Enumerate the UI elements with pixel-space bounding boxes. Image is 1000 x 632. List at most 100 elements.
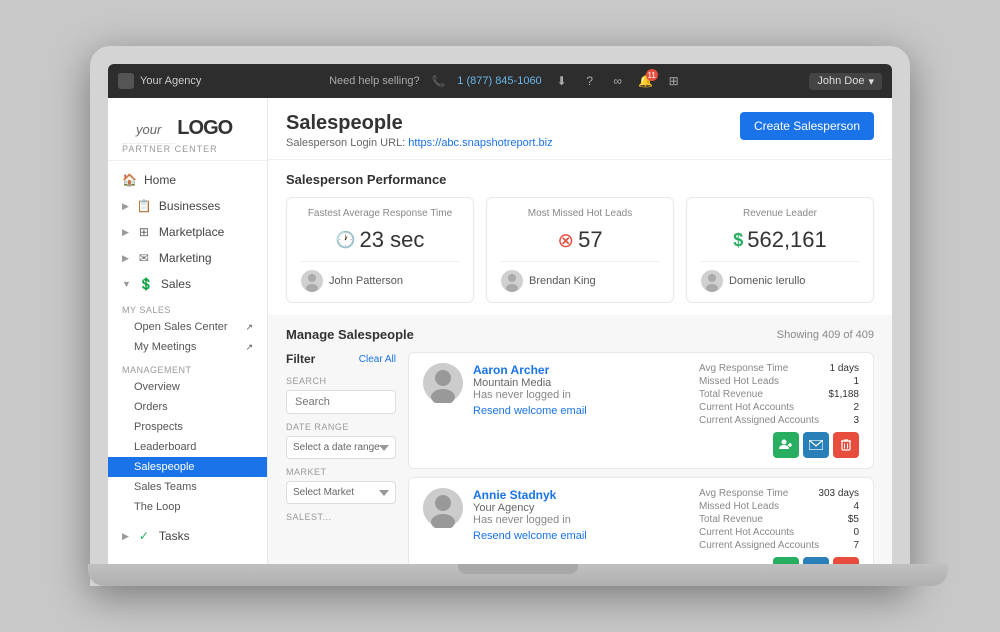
assign-accounts-button-annie[interactable] (773, 557, 799, 564)
resend-email-aaron[interactable]: Resend welcome email (473, 405, 587, 417)
money-icon: $ (733, 230, 743, 251)
sidebar-item-marketplace[interactable]: ▶ ⊞ Marketplace (108, 219, 267, 245)
perf-card-person-1: John Patterson (301, 261, 459, 292)
sidebar-item-sales[interactable]: ▼ 💲 Sales (108, 271, 267, 297)
performance-section: Salesperson Performance Fastest Average … (268, 160, 892, 315)
current-hot-label-a: Current Hot Accounts (699, 402, 794, 413)
email-button-annie[interactable] (803, 557, 829, 564)
salesperson-company-aaron: Mountain Media (473, 377, 689, 389)
avatar-aaron-archer (423, 363, 463, 403)
user-menu-button[interactable]: John Doe ▾ (809, 73, 882, 90)
email-button-aaron[interactable] (803, 432, 829, 458)
sidebar-item-my-meetings[interactable]: My Meetings ↗ (108, 337, 267, 357)
download-icon[interactable]: ⬇ (554, 73, 570, 89)
current-hot-label-b: Current Hot Accounts (699, 527, 794, 538)
market-select[interactable]: Select Market (286, 481, 396, 504)
resend-email-annie[interactable]: Resend welcome email (473, 530, 587, 542)
partner-label: PARTNER CENTER (122, 144, 253, 154)
sidebar-item-home[interactable]: 🏠 Home (108, 167, 267, 193)
filter-label: Filter (286, 352, 315, 366)
page-title: Salespeople (286, 112, 553, 135)
notification-badge: 11 (646, 69, 658, 81)
market-filter-label: MARKET (286, 467, 396, 477)
prospects-label: Prospects (134, 421, 183, 433)
avatar-domenic-ierullo (701, 270, 723, 292)
person-name-2: Brendan King (529, 275, 596, 287)
delete-button-annie[interactable] (833, 557, 859, 564)
sidebar-item-sales-teams[interactable]: Sales Teams (108, 477, 267, 497)
marketplace-icon: ⊞ (137, 225, 151, 239)
chevron-down-icon: ▼ (122, 279, 131, 289)
person-name-3: Domenic Ierullo (729, 275, 805, 287)
salesperson-status-annie: Has never logged in (473, 514, 689, 526)
home-icon: 🏠 (122, 173, 136, 187)
perf-card-response-time: Fastest Average Response Time 🕐 23 sec (286, 197, 474, 303)
clock-icon: 🕐 (336, 230, 356, 250)
perf-card-label-2: Most Missed Hot Leads (501, 208, 659, 219)
chevron-right-icon: ▶ (122, 201, 129, 212)
missed-leads-label-a: Missed Hot Leads (699, 376, 779, 387)
total-revenue-value-b: $5 (848, 514, 859, 525)
assigned-label-b: Current Assigned Accounts (699, 540, 819, 551)
sidebar-item-salespeople[interactable]: Salespeople (108, 457, 267, 477)
perf-card-person-2: Brendan King (501, 261, 659, 292)
sidebar-item-marketing[interactable]: ▶ ✉ Marketing (108, 245, 267, 271)
orders-label: Orders (134, 401, 168, 413)
salesperson-name-aaron[interactable]: Aaron Archer (473, 363, 689, 377)
perf-card-value-2: ⊗ 57 (501, 227, 659, 253)
current-hot-value-a: 2 (853, 402, 859, 413)
chevron-right-icon: ▶ (122, 531, 129, 542)
logo-your: your (122, 110, 175, 144)
sidebar-logo: your LOGO PARTNER CENTER (108, 98, 267, 161)
assigned-label-a: Current Assigned Accounts (699, 415, 819, 426)
assigned-value-a: 3 (853, 415, 859, 426)
date-range-select[interactable]: Select a date range (286, 436, 396, 459)
sidebar-item-the-loop[interactable]: The Loop (108, 497, 267, 517)
current-hot-value-b: 0 (853, 527, 859, 538)
search-input[interactable] (286, 390, 396, 414)
delete-button-aaron[interactable] (833, 432, 859, 458)
laptop-base (88, 564, 948, 586)
phone-number[interactable]: 1 (877) 845-1060 (457, 75, 541, 87)
create-salesperson-button[interactable]: Create Salesperson (740, 112, 874, 140)
sidebar-item-label: Marketing (159, 251, 212, 265)
assigned-value-b: 7 (853, 540, 859, 551)
salesperson-company-annie: Your Agency (473, 502, 689, 514)
perf-card-label-3: Revenue Leader (701, 208, 859, 219)
salest-filter-label: SALEST... (286, 512, 396, 522)
help-icon[interactable]: ? (582, 73, 598, 89)
search-filter-label: SEARCH (286, 376, 396, 386)
sidebar-item-open-sales-center[interactable]: Open Sales Center ↗ (108, 317, 267, 337)
avatar-brendan-king (501, 270, 523, 292)
agency-icon (118, 73, 134, 89)
sidebar-item-prospects[interactable]: Prospects (108, 417, 267, 437)
sidebar-item-orders[interactable]: Orders (108, 397, 267, 417)
phone-icon: 📞 (432, 75, 446, 88)
perf-card-value-3: $ 562,161 (701, 227, 859, 253)
infinity-icon[interactable]: ∞ (610, 73, 626, 89)
avg-response-value-b: 303 days (818, 488, 859, 499)
avatar-john-patterson (301, 270, 323, 292)
grid-icon[interactable]: ⊞ (666, 73, 682, 89)
avg-response-label-a: Avg Response Time (699, 363, 788, 374)
overview-label: Overview (134, 381, 180, 393)
sidebar-item-tasks[interactable]: ▶ ✓ Tasks (108, 523, 267, 549)
sidebar-item-label: Businesses (159, 199, 220, 213)
salesperson-name-annie[interactable]: Annie Stadnyk (473, 488, 689, 502)
salesperson-status-aaron: Has never logged in (473, 389, 689, 401)
sidebar-item-leaderboard[interactable]: Leaderboard (108, 437, 267, 457)
chevron-right-icon: ▶ (122, 253, 129, 264)
warning-icon: ⊗ (557, 228, 574, 253)
subtitle-prefix: Salesperson Login URL: (286, 137, 408, 149)
performance-section-title: Salesperson Performance (286, 172, 874, 187)
notification-icon[interactable]: 🔔 11 (638, 73, 654, 89)
login-url[interactable]: https://abc.snapshotreport.biz (408, 137, 552, 149)
sidebar-item-businesses[interactable]: ▶ 📋 Businesses (108, 193, 267, 219)
assign-accounts-button-aaron[interactable] (773, 432, 799, 458)
sidebar-item-overview[interactable]: Overview (108, 377, 267, 397)
content-header: Salespeople Salesperson Login URL: https… (268, 98, 892, 160)
clear-all-button[interactable]: Clear All (359, 354, 396, 365)
marketing-icon: ✉ (137, 251, 151, 265)
management-group-label: MANAGEMENT (108, 357, 267, 377)
tasks-icon: ✓ (137, 529, 151, 543)
